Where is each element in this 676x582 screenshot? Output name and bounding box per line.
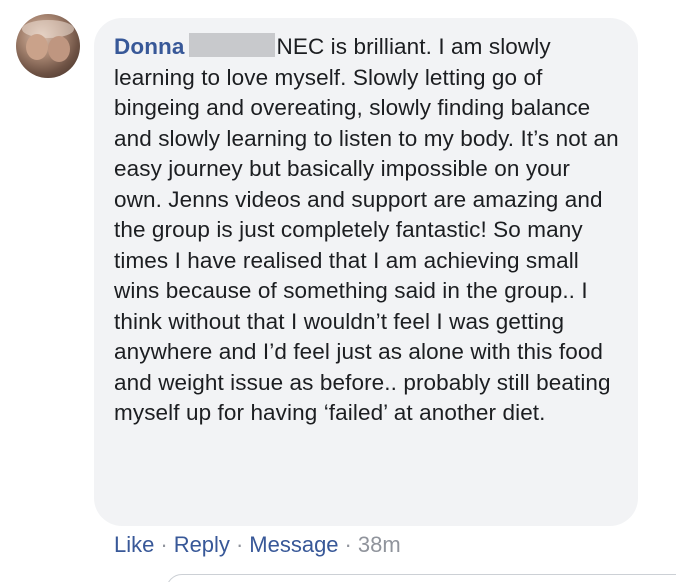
message-link[interactable]: Message <box>249 532 338 557</box>
reply-link[interactable]: Reply <box>174 532 230 557</box>
comment-bubble: Donna NEC is brilliant. I am slowly learn… <box>94 18 638 526</box>
comment-actions: Like · Reply · Message · 38m <box>114 531 401 559</box>
like-link[interactable]: Like <box>114 532 154 557</box>
avatar-photo-detail <box>48 36 70 62</box>
comment-thread: Donna NEC is brilliant. I am slowly learn… <box>0 0 676 582</box>
comment-timestamp[interactable]: 38m <box>358 532 401 557</box>
separator-dot: · <box>160 532 168 557</box>
comment-text: NEC is brilliant. I am slowly learning t… <box>114 34 619 425</box>
avatar-photo-detail <box>26 34 48 60</box>
separator-dot: · <box>235 532 244 557</box>
redacted-surname <box>188 33 275 57</box>
reply-input-box[interactable] <box>166 574 676 582</box>
separator-dot: · <box>344 532 352 557</box>
comment-author-link[interactable]: Donna <box>114 34 185 59</box>
comment-body: Donna NEC is brilliant. I am slowly learn… <box>114 32 622 429</box>
avatar[interactable] <box>16 14 80 78</box>
